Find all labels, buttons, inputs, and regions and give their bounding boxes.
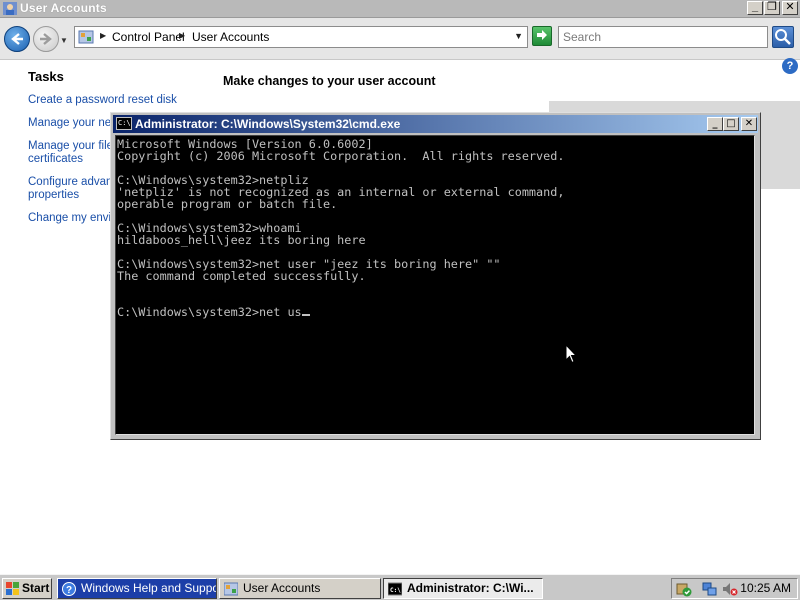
address-dropdown-icon[interactable]: ▼ (514, 31, 523, 41)
breadcrumb-separator-icon[interactable]: ▶ (179, 31, 185, 40)
cmd-icon: C:\ (116, 117, 132, 130)
task-configure-advanced-profile[interactable]: Configure advanced user profile (28, 176, 110, 189)
breadcrumb-user-accounts[interactable]: User Accounts (192, 30, 269, 44)
taskbar: Start ? Windows Help and Support User Ac… (0, 574, 800, 600)
console-line: Copyright (c) 2006 Microsoft Corporation… (117, 149, 565, 163)
clock[interactable]: 10:25 AM (740, 581, 791, 595)
maximize-button[interactable]: ❐ (764, 1, 780, 15)
system-tray: 10:25 AM (671, 578, 798, 599)
user-accounts-icon (3, 2, 17, 15)
cmd-console[interactable]: Microsoft Windows [Version 6.0.6002] Cop… (115, 135, 755, 435)
forward-button[interactable] (33, 26, 59, 52)
close-button[interactable]: ✕ (782, 1, 798, 15)
user-accounts-titlebar[interactable]: User Accounts _ ❐ ✕ (0, 0, 800, 18)
task-change-environment-variables[interactable]: Change my environment variables (28, 212, 110, 225)
back-arrow-icon (11, 33, 23, 45)
taskbar-item-cmd[interactable]: C:\ Administrator: C:\Wi... (383, 578, 543, 599)
page-title: Make changes to your user account (223, 74, 436, 88)
console-line: hildaboos_hell\jeez its boring here (117, 233, 366, 247)
window-title: User Accounts (20, 1, 107, 15)
cmd-titlebar[interactable]: C:\ Administrator: C:\Windows\System32\c… (113, 115, 758, 133)
taskbar-item-help[interactable]: ? Windows Help and Support (57, 578, 217, 599)
start-button[interactable]: Start (2, 578, 52, 599)
task-manage-file-encryption-cont[interactable]: certificates (28, 153, 110, 166)
forward-arrow-icon (40, 33, 52, 45)
svg-text:?: ? (66, 585, 72, 596)
volume-muted-icon[interactable] (722, 581, 738, 597)
tasks-heading: Tasks (28, 69, 64, 84)
console-prompt: C:\Windows\system32>net us (117, 305, 302, 319)
taskbar-item-user-accounts[interactable]: User Accounts (219, 578, 381, 599)
text-cursor (301, 314, 310, 316)
control-panel-icon (78, 30, 94, 44)
cmd-maximize-button[interactable]: □ (723, 117, 739, 131)
back-button[interactable] (4, 26, 30, 52)
cmd-title: Administrator: C:\Windows\System32\cmd.e… (135, 117, 401, 131)
console-input-line[interactable]: C:\Windows\system32>net us (117, 306, 754, 318)
network-icon[interactable] (702, 581, 718, 597)
start-label: Start (22, 581, 50, 595)
task-manage-network-passwords[interactable]: Manage your network passwords (28, 117, 110, 130)
security-center-icon[interactable] (676, 581, 692, 597)
task-create-password-reset-disk[interactable]: Create a password reset disk (28, 94, 188, 107)
control-panel-icon (224, 582, 238, 596)
navigation-bar: ▼ ▶ Control Panel ▶ User Accounts ▼ Sear… (0, 18, 800, 60)
breadcrumb-separator-icon[interactable]: ▶ (100, 31, 106, 40)
help-icon[interactable]: ? (782, 58, 798, 74)
search-icon (775, 29, 791, 45)
task-configure-advanced-profile-cont[interactable]: properties (28, 189, 110, 202)
taskbar-item-label: User Accounts (243, 581, 321, 595)
refresh-button[interactable] (532, 26, 552, 46)
taskbar-item-label: Windows Help and Support (81, 581, 217, 595)
refresh-icon (537, 30, 547, 40)
taskbar-item-label: Administrator: C:\Wi... (407, 581, 534, 595)
cmd-close-button[interactable]: ✕ (741, 117, 757, 131)
svg-text:C:\: C:\ (390, 587, 401, 594)
history-dropdown-icon[interactable]: ▼ (60, 36, 68, 45)
cmd-window[interactable]: C:\ Administrator: C:\Windows\System32\c… (110, 112, 761, 440)
console-line: The command completed successfully. (117, 269, 366, 283)
cmd-minimize-button[interactable]: _ (707, 117, 723, 131)
help-icon: ? (62, 582, 76, 596)
mouse-pointer-icon (565, 344, 577, 364)
console-line: operable program or batch file. (117, 197, 338, 211)
breadcrumb-control-panel[interactable]: Control Panel (112, 30, 185, 44)
windows-flag-icon (6, 582, 19, 595)
task-manage-file-encryption[interactable]: Manage your file encryption (28, 140, 110, 153)
cmd-icon: C:\ (388, 582, 402, 596)
address-bar[interactable]: ▶ Control Panel ▶ User Accounts ▼ (74, 26, 528, 48)
search-input[interactable]: Search (558, 26, 768, 48)
search-button[interactable] (772, 26, 794, 48)
minimize-button[interactable]: _ (747, 1, 763, 15)
